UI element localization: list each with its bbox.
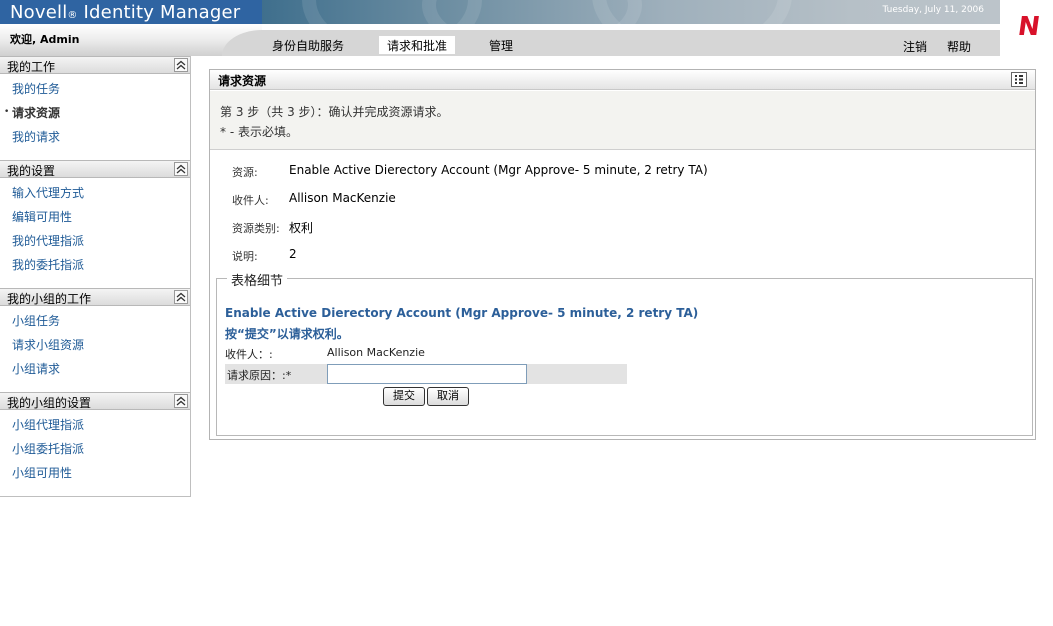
welcome-text: 欢迎, Admin bbox=[10, 33, 80, 46]
panel-menu-icon[interactable] bbox=[1011, 72, 1027, 87]
registered-mark: ® bbox=[67, 10, 78, 21]
sidebar-item-enter-proxy-mode[interactable]: 输入代理方式 bbox=[12, 184, 84, 201]
instruction-box: 第 3 步（共 3 步）：确认并完成资源请求。 * - 表示必填。 bbox=[210, 91, 1035, 150]
collapse-icon[interactable] bbox=[174, 394, 188, 408]
collapse-icon[interactable] bbox=[174, 58, 188, 72]
submit-button[interactable]: 提交 bbox=[383, 387, 425, 406]
sidebar-item-team-requests[interactable]: 小组请求 bbox=[12, 360, 60, 377]
request-resource-panel: 请求资源 第 3 步（共 3 步）：确认并完成资源请求。 * - 表示必填。 资… bbox=[209, 69, 1036, 440]
form-details-legend: 表格细节 bbox=[227, 270, 288, 289]
sidebar-item-edit-availability[interactable]: 编辑可用性 bbox=[12, 208, 72, 225]
description-label: 说明: bbox=[232, 250, 258, 263]
sidebar: 我的工作 我的任务 • 请求资源 我的请求 我的设置 输入代理方式 编辑可用性 … bbox=[0, 56, 191, 497]
resource-label: 资源: bbox=[232, 166, 258, 179]
current-item-bullet-icon: • bbox=[4, 107, 10, 117]
form-details-fieldset: 表格细节 Enable Active Dierectory Account (M… bbox=[216, 270, 1033, 436]
panel-title-bar: 请求资源 bbox=[210, 70, 1035, 90]
sidebar-item-team-proxy-assignments[interactable]: 小组代理指派 bbox=[12, 416, 84, 433]
help-link[interactable]: 帮助 bbox=[947, 38, 971, 55]
recipient-value: Allison MacKenzie bbox=[289, 191, 396, 205]
app-title: Novell® Identity Manager bbox=[10, 2, 240, 23]
nav-bar bbox=[262, 30, 1000, 56]
sidebar-section-title: 我的小组的工作 bbox=[7, 292, 92, 306]
tab-self-service[interactable]: 身份自助服务 bbox=[264, 36, 352, 54]
tab-administration[interactable]: 管理 bbox=[481, 36, 521, 54]
resource-value: Enable Active Dierectory Account (Mgr Ap… bbox=[289, 163, 708, 177]
header-date: Tuesday, July 11, 2006 bbox=[882, 5, 984, 15]
product-name: Identity Manager bbox=[83, 2, 241, 23]
sidebar-item-team-availability[interactable]: 小组可用性 bbox=[12, 464, 72, 481]
sidebar-item-team-delegate-assignments[interactable]: 小组委托指派 bbox=[12, 440, 84, 457]
sidebar-item-my-proxy-assignments[interactable]: 我的代理指派 bbox=[12, 232, 84, 249]
sidebar-section-my-work[interactable]: 我的工作 bbox=[0, 56, 190, 74]
cancel-button[interactable]: 取消 bbox=[427, 387, 469, 406]
sidebar-item-team-tasks[interactable]: 小组任务 bbox=[12, 312, 60, 329]
sidebar-section-title: 我的设置 bbox=[7, 164, 56, 178]
sidebar-section-title: 我的小组的设置 bbox=[7, 396, 92, 410]
sidebar-item-my-tasks[interactable]: 我的任务 bbox=[12, 80, 60, 97]
reason-label: 请求原因：:* bbox=[227, 369, 292, 382]
brand-name: Novell bbox=[10, 2, 68, 23]
sidebar-section-team-settings[interactable]: 我的小组的设置 bbox=[0, 392, 190, 410]
tab-requests-approvals[interactable]: 请求和批准 bbox=[379, 36, 456, 54]
sidebar-item-my-delegate-assignments[interactable]: 我的委托指派 bbox=[12, 256, 84, 273]
required-note: * - 表示必填。 bbox=[220, 125, 298, 139]
app-header: Novell® Identity Manager Tuesday, July 1… bbox=[0, 0, 1053, 56]
reason-row: 请求原因：:* bbox=[225, 364, 627, 384]
form-title: Enable Active Dierectory Account (Mgr Ap… bbox=[225, 306, 699, 320]
reason-input[interactable] bbox=[327, 364, 527, 384]
step-indicator: 第 3 步（共 3 步）：确认并完成资源请求。 bbox=[220, 105, 449, 119]
sidebar-section-title: 我的工作 bbox=[7, 60, 56, 74]
collapse-icon[interactable] bbox=[174, 162, 188, 176]
sidebar-section-my-settings[interactable]: 我的设置 bbox=[0, 160, 190, 178]
panel-title: 请求资源 bbox=[218, 74, 267, 88]
logout-link[interactable]: 注销 bbox=[903, 38, 927, 55]
description-value: 2 bbox=[289, 247, 297, 261]
sidebar-section-team-work[interactable]: 我的小组的工作 bbox=[0, 288, 190, 306]
resource-category-value: 权利 bbox=[289, 221, 314, 235]
resource-category-label: 资源类别: bbox=[232, 222, 280, 235]
sidebar-item-request-team-resource[interactable]: 请求小组资源 bbox=[12, 336, 84, 353]
form-recipient-value: Allison MacKenzie bbox=[327, 346, 425, 359]
form-recipient-label: 收件人：: bbox=[225, 348, 273, 361]
sidebar-item-my-requests[interactable]: 我的请求 bbox=[12, 128, 60, 145]
collapse-icon[interactable] bbox=[174, 290, 188, 304]
header-banner: Tuesday, July 11, 2006 bbox=[262, 0, 1000, 24]
recipient-label: 收件人: bbox=[232, 194, 269, 207]
sidebar-item-request-resource[interactable]: 请求资源 bbox=[12, 104, 60, 121]
form-instruction: 按“提交”以请求权利。 bbox=[225, 327, 349, 341]
brand-bar: Novell® Identity Manager bbox=[0, 0, 262, 24]
novell-logo-icon: N bbox=[1015, 12, 1042, 42]
